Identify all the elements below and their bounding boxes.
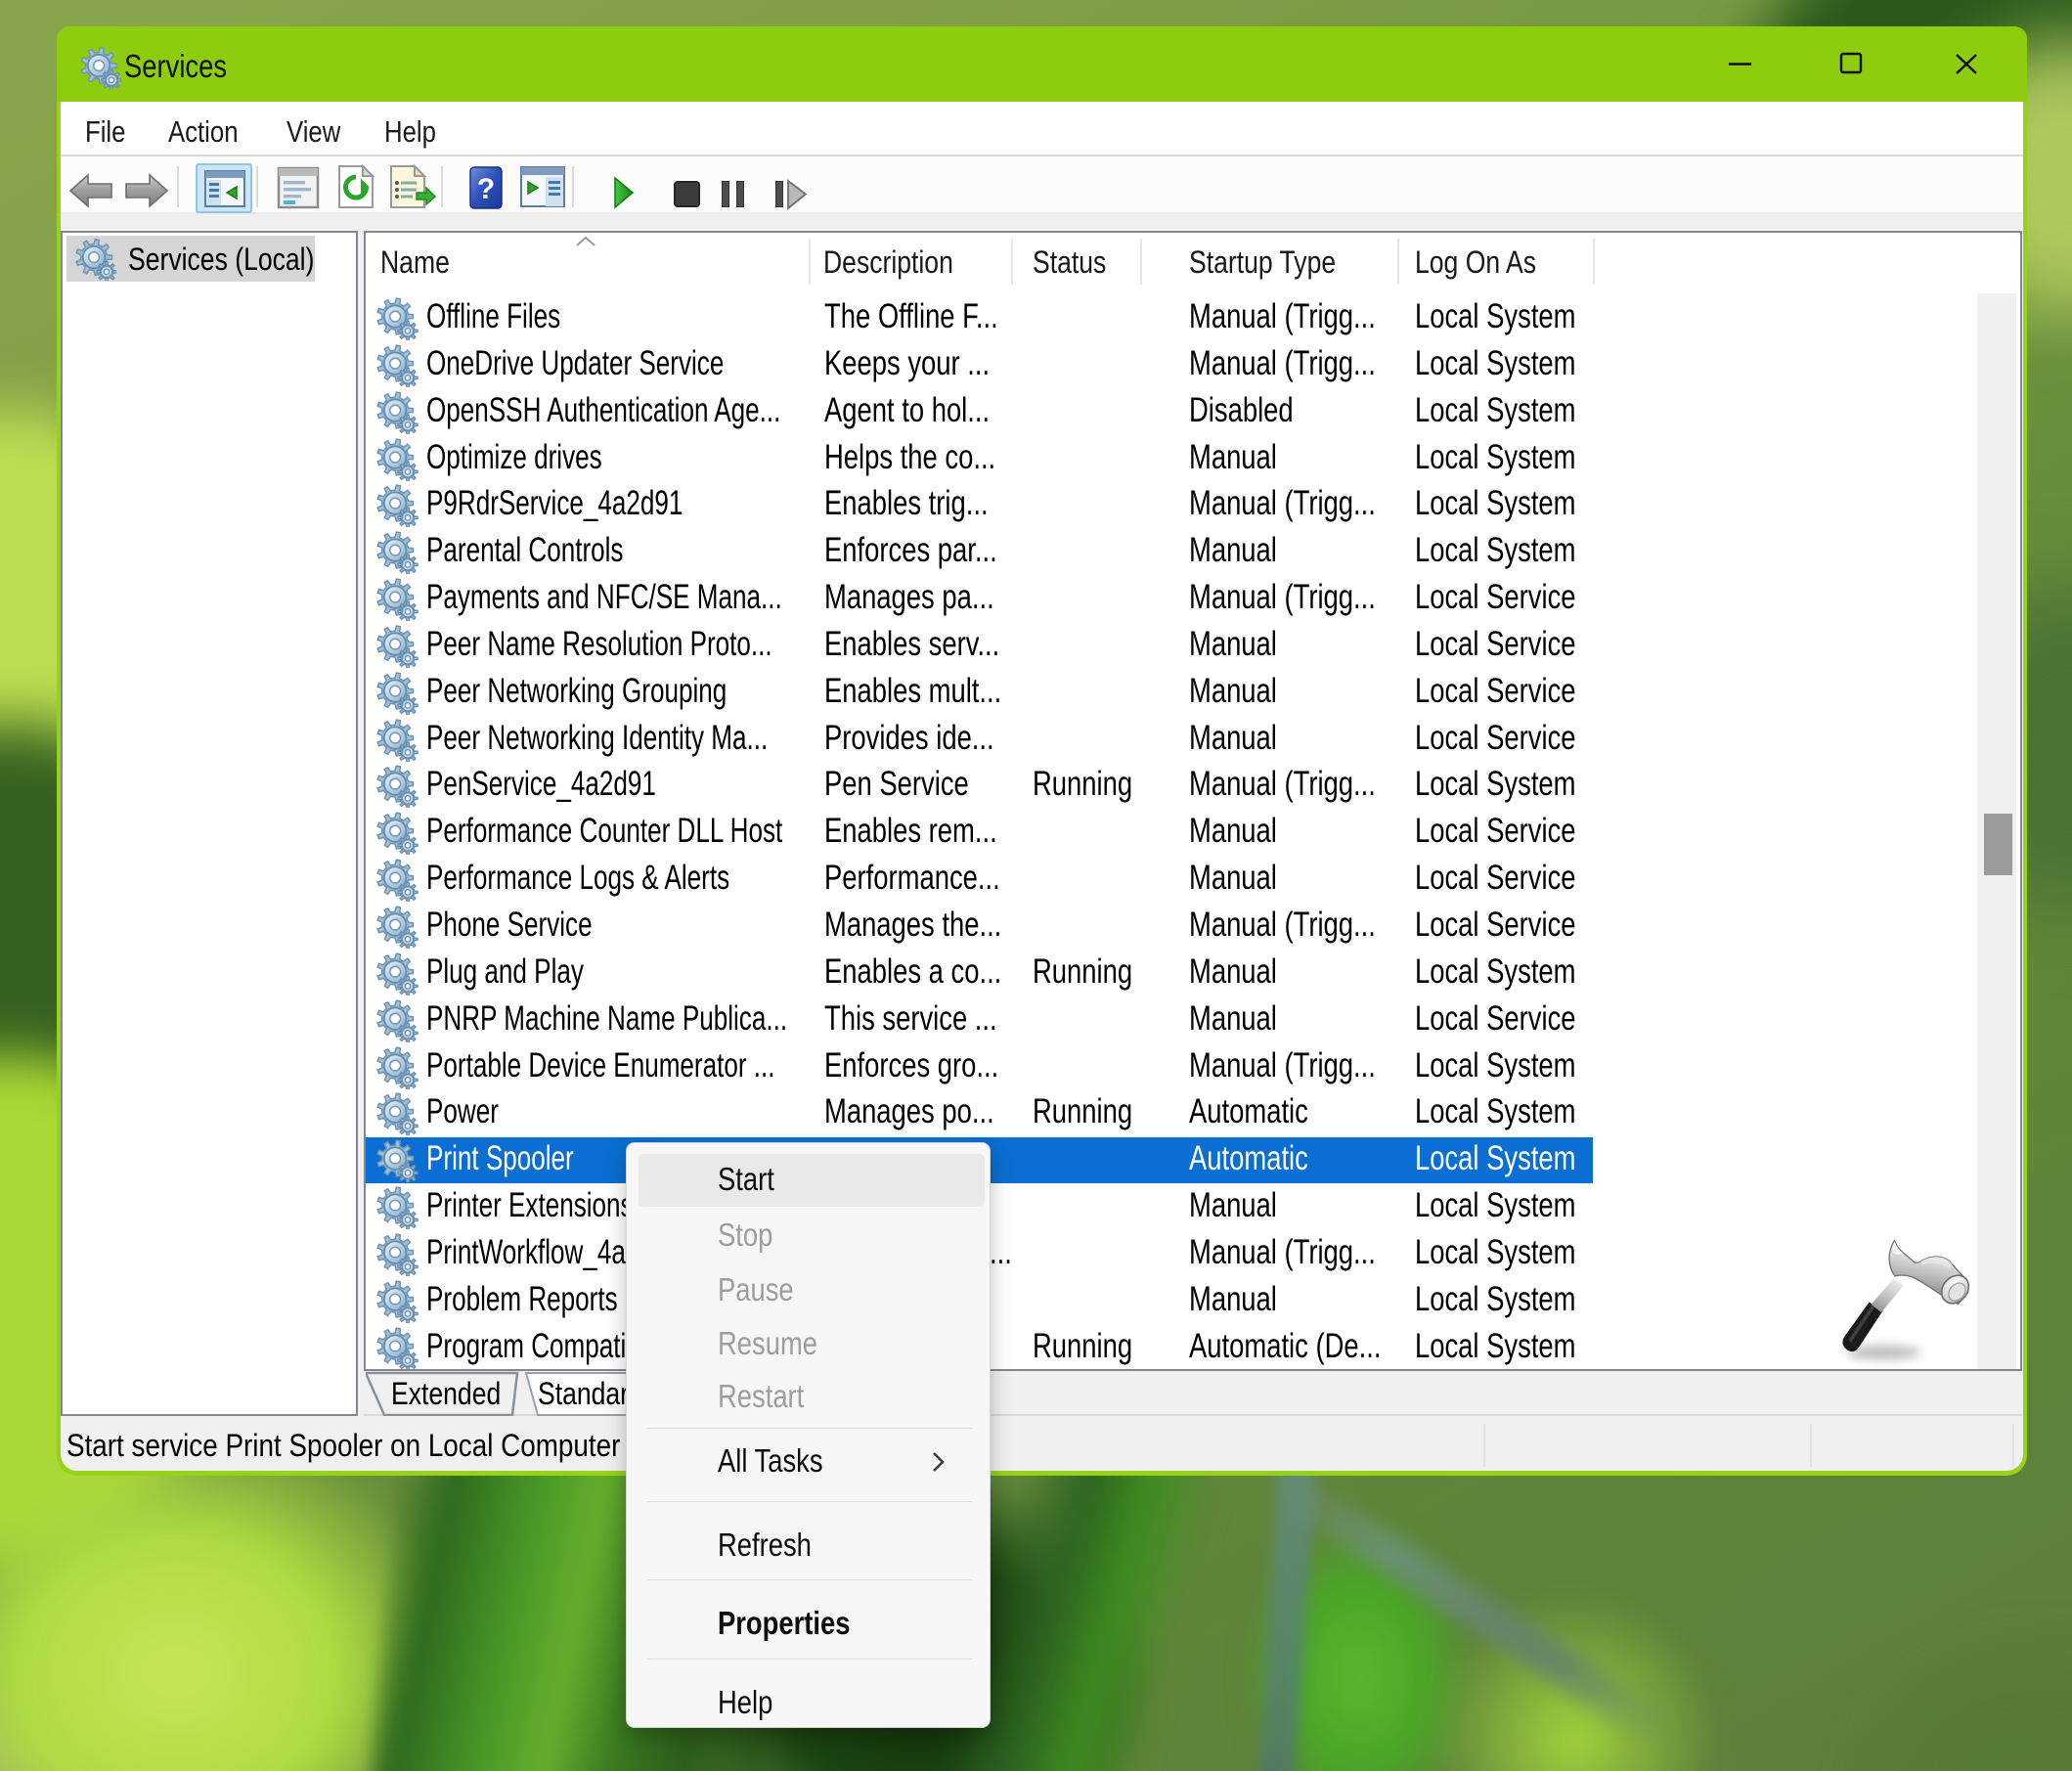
svg-text:?: ?	[477, 173, 495, 205]
